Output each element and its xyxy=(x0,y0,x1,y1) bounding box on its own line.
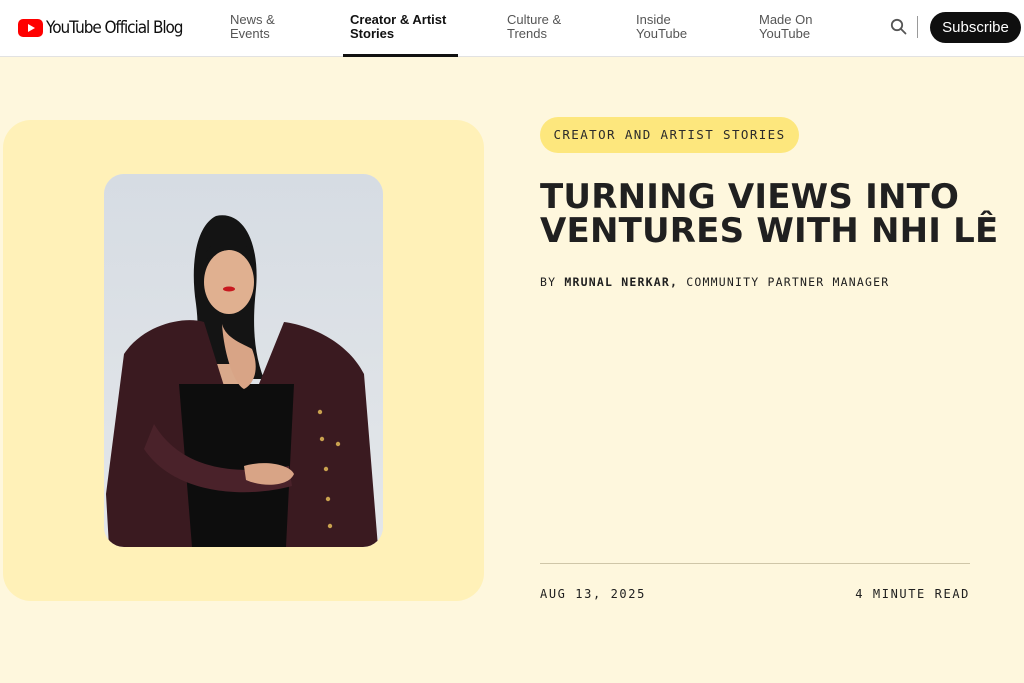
youtube-blog-logo[interactable]: YouTube Official Blog xyxy=(18,15,198,41)
article-byline: BY MRUNAL NERKAR, COMMUNITY PARTNER MANA… xyxy=(540,275,889,289)
article-title-line1: TURNING VIEWS INTO xyxy=(540,177,960,217)
nav-label-line2: YouTube xyxy=(759,26,811,41)
search-icon xyxy=(890,18,907,35)
nav-item-news-events[interactable]: News & Events xyxy=(230,13,275,41)
search-button[interactable] xyxy=(889,17,909,37)
nav-label-line1: Culture & xyxy=(507,12,562,27)
nav-label-line1: Inside xyxy=(636,12,671,27)
author-portrait-image xyxy=(104,174,383,547)
nav-label-line1: Creator & Artist xyxy=(350,12,447,27)
read-time: 4 MINUTE READ xyxy=(855,587,970,601)
subscribe-button[interactable]: Subscribe xyxy=(930,12,1021,43)
category-badge[interactable]: CREATOR AND ARTIST STORIES xyxy=(540,117,799,153)
author-name[interactable]: MRUNAL NERKAR, xyxy=(564,275,678,289)
top-navigation-bar: YouTube Official Blog News & Events Crea… xyxy=(0,0,1024,57)
nav-label-line2: YouTube xyxy=(636,26,688,41)
nav-item-culture-trends[interactable]: Culture & Trends xyxy=(507,13,561,41)
article-title: TURNING VIEWS INTO VENTURES WITH NHI LÊ xyxy=(540,177,999,251)
nav-item-creator-artist-stories[interactable]: Creator & Artist Stories xyxy=(350,13,446,41)
nav-label-line1: News & xyxy=(230,12,275,27)
meta-divider xyxy=(540,563,970,564)
article-title-line2: VENTURES WITH NHI LÊ xyxy=(540,211,999,251)
youtube-play-icon xyxy=(18,19,43,37)
nav-label-line2: Trends xyxy=(507,26,547,41)
nav-item-inside-youtube[interactable]: Inside YouTube xyxy=(636,13,687,41)
logo-text: YouTube Official Blog xyxy=(46,18,184,38)
active-nav-indicator xyxy=(343,54,458,57)
header-divider xyxy=(917,16,918,38)
author-role: COMMUNITY PARTNER MANAGER xyxy=(686,275,890,289)
nav-item-made-on-youtube[interactable]: Made On YouTube xyxy=(759,13,812,41)
nav-label-line1: Made On xyxy=(759,12,813,27)
nav-label-line2: Events xyxy=(230,26,270,41)
byline-prefix: BY xyxy=(540,275,557,289)
publish-date: AUG 13, 2025 xyxy=(540,587,646,601)
nav-label-line2: Stories xyxy=(350,26,395,41)
